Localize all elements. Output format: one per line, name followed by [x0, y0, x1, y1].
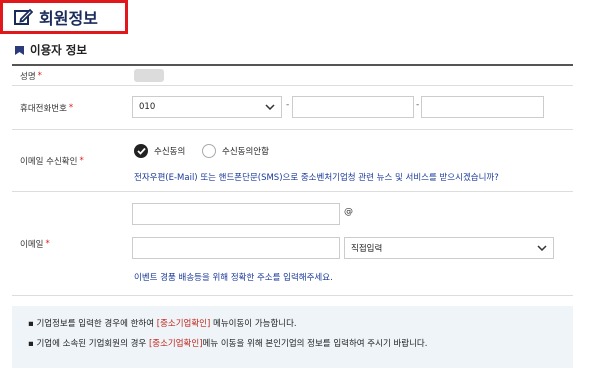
- email-row: 이메일 * @ 직접입력 이벤트 경품 배송등을 위해 정확한 주소를 입력해주세…: [12, 192, 573, 296]
- page-title-box: 회원정보: [0, 0, 128, 34]
- email-domain-input[interactable]: [132, 237, 340, 259]
- phone-prefix-value: 010: [139, 102, 156, 112]
- phone-middle-input[interactable]: [292, 96, 414, 118]
- phone-separator: -: [416, 100, 420, 110]
- phone-last-input[interactable]: [421, 96, 544, 118]
- name-row: 성명 *: [12, 66, 573, 86]
- agree-no-radio[interactable]: 수신동의안함: [202, 144, 269, 158]
- check-icon: [134, 144, 148, 158]
- chevron-down-icon: [265, 104, 275, 110]
- page-title: 회원정보: [39, 9, 98, 28]
- radio-empty-icon: [202, 144, 216, 158]
- email-label: 이메일 *: [20, 238, 50, 250]
- phone-separator: -: [286, 100, 290, 110]
- member-info-form: 성명 * 휴대전화번호 * 010 - - 이메일 수신확인 * 수신동의 수신…: [12, 64, 573, 296]
- email-domain-select[interactable]: 직접입력: [344, 237, 554, 259]
- name-label: 성명 *: [20, 70, 42, 82]
- chevron-down-icon: [537, 245, 547, 251]
- email-agree-row: 이메일 수신확인 * 수신동의 수신동의안함 전자우편(E-Mail) 또는 핸드…: [12, 130, 573, 192]
- notice-line: ▪ 기업정보를 입력한 경우에 한하여 [중소기업확인] 메뉴이동이 가능합니다…: [28, 319, 297, 329]
- notice-highlight: [중소기업확인]: [148, 339, 203, 349]
- phone-label: 휴대전화번호 *: [20, 102, 74, 114]
- phone-prefix-select[interactable]: 010: [132, 96, 282, 118]
- phone-row: 휴대전화번호 * 010 - -: [12, 86, 573, 130]
- name-value-masked: [134, 69, 164, 82]
- agree-no-label: 수신동의안함: [222, 147, 269, 157]
- notice-highlight: [중소기업확인]: [156, 319, 211, 329]
- agree-yes-radio[interactable]: 수신동의: [134, 144, 185, 158]
- edit-icon: [14, 8, 33, 25]
- agree-yes-label: 수신동의: [154, 147, 186, 157]
- email-agree-label: 이메일 수신확인 *: [20, 155, 84, 167]
- notice-line: ▪ 기업에 소속된 기업회원의 경우 [중소기업확인]메뉴 이동을 위해 본인기…: [28, 339, 428, 349]
- notice-box: ▪ 기업정보를 입력한 경우에 한하여 [중소기업확인] 메뉴이동이 가능합니다…: [12, 306, 573, 368]
- agree-note: 전자우편(E-Mail) 또는 핸드폰단문(SMS)으로 중소벤처기업청 관련 …: [134, 173, 499, 183]
- email-id-input[interactable]: [132, 203, 340, 225]
- section-icon: [15, 45, 24, 55]
- email-note: 이벤트 경품 배송등을 위해 정확한 주소를 입력해주세요.: [134, 273, 333, 283]
- email-domain-select-value: 직접입력: [351, 244, 383, 254]
- section-title: 이용자 정보: [30, 43, 87, 57]
- section-header: 이용자 정보: [14, 42, 87, 58]
- email-at-sign: @: [344, 207, 353, 217]
